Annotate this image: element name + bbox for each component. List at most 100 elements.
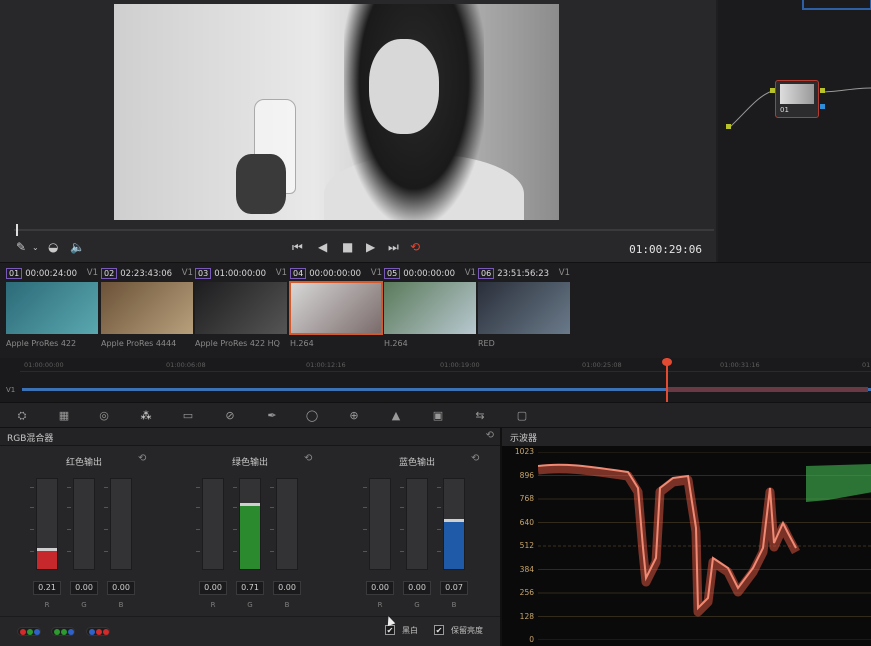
clip-04[interactable]: 04 00:00:00:00 V1 H.264 <box>289 266 383 352</box>
clip-codec: Apple ProRes 422 HQ <box>195 339 280 348</box>
key-icon[interactable]: ▣ <box>430 409 446 423</box>
slider-mark <box>437 529 441 530</box>
3d-icon[interactable]: ▢ <box>514 409 530 423</box>
mixer-footer: ✔ 黑白 ✔ 保留亮度 <box>0 616 500 646</box>
clip-03[interactable]: 03 01:00:00:00 V1 Apple ProRes 422 HQ <box>195 266 287 352</box>
camera-raw-icon[interactable]: ⛭ <box>14 409 30 423</box>
node-label: 01 <box>780 106 789 114</box>
loop-icon[interactable]: ⟲ <box>410 240 420 254</box>
value-field[interactable]: 0.00 <box>199 581 227 595</box>
scope-y-label: 640 <box>519 517 534 527</box>
video-track[interactable] <box>22 387 871 392</box>
channel-label: B <box>451 601 457 609</box>
clip-05[interactable]: 05 00:00:00:00 V1 H.264 <box>384 266 476 352</box>
color-match-icon[interactable]: ▦ <box>56 409 72 423</box>
value-field[interactable]: 0.71 <box>236 581 264 595</box>
stop-icon[interactable]: ■ <box>342 240 353 254</box>
timeline-ruler[interactable]: 01:00:00:00 01:00:06:08 01:00:12:16 01:00:1… <box>20 358 871 372</box>
slider-handle[interactable] <box>240 503 260 507</box>
scope-y-label: 384 <box>519 564 534 574</box>
preserve-luminance-checkbox[interactable]: ✔ <box>434 625 444 635</box>
slider-mark <box>400 507 404 508</box>
slider-handle[interactable] <box>444 519 464 523</box>
clip-track: V1 <box>464 268 476 278</box>
clip-06[interactable]: 06 23:51:56:23 V1 RED <box>478 266 570 352</box>
slider-mark <box>67 529 71 530</box>
clip-track: V1 <box>370 268 382 278</box>
source-node-output[interactable] <box>726 124 731 129</box>
slider-mark <box>196 551 200 552</box>
track-label: V1 <box>6 386 16 394</box>
qualifier-icon[interactable]: ✒ <box>264 409 280 423</box>
clip-thumbnail[interactable] <box>384 282 476 334</box>
slider-b[interactable] <box>437 478 465 570</box>
slider-r[interactable] <box>363 478 391 570</box>
play-icon[interactable]: ▶ <box>366 240 375 254</box>
clip-thumbnail[interactable] <box>195 282 287 334</box>
value-field[interactable]: 0.00 <box>403 581 431 595</box>
corrector-node-01[interactable]: 01 <box>775 80 819 118</box>
value-field[interactable]: 0.07 <box>440 581 468 595</box>
clip-02[interactable]: 02 02:23:43:06 V1 Apple ProRes 4444 <box>101 266 193 352</box>
clip-number: 05 <box>384 268 401 279</box>
sizing-icon[interactable]: ⇆ <box>472 409 488 423</box>
value-field[interactable]: 0.00 <box>70 581 98 595</box>
rgb-mixer-icon[interactable]: ⁂ <box>138 409 154 423</box>
mixer-reset-icon[interactable]: ⟲ <box>486 430 494 441</box>
clips-strip: 01 00:00:24:00 V1 Apple ProRes 422 02 02:23:4… <box>0 262 871 358</box>
slider-b[interactable] <box>270 478 298 570</box>
tracker-icon[interactable]: ⊕ <box>346 409 362 423</box>
slider-b[interactable] <box>104 478 132 570</box>
picker-icon[interactable]: ✎ <box>16 240 26 254</box>
node-key-output[interactable] <box>820 104 825 109</box>
value-field[interactable]: 0.00 <box>273 581 301 595</box>
highlight-icon[interactable]: ◒ <box>48 240 58 254</box>
slider-handle[interactable] <box>37 548 57 552</box>
clip-thumbnail[interactable] <box>101 282 193 334</box>
viewer-scrubber[interactable] <box>14 224 714 236</box>
value-field[interactable]: 0.21 <box>33 581 61 595</box>
clip-thumbnail[interactable] <box>478 282 570 334</box>
chevron-down-icon[interactable]: ⌄ <box>32 243 39 252</box>
speaker-icon[interactable]: 🔈 <box>70 240 85 254</box>
mini-timeline[interactable]: 01:00:00:00 01:00:06:08 01:00:12:16 01:00:1… <box>0 358 871 402</box>
scrubber-handle[interactable] <box>16 224 18 236</box>
clip-timecode: 00:00:00:00 <box>403 269 456 279</box>
clip-number: 01 <box>6 268 23 279</box>
slider-g[interactable] <box>67 478 95 570</box>
preset-blue-icon[interactable] <box>86 627 110 636</box>
window-icon[interactable]: ◯ <box>304 409 320 423</box>
group-reset-icon[interactable]: ⟲ <box>471 453 479 464</box>
playhead[interactable] <box>662 358 672 402</box>
group-reset-icon[interactable]: ⟲ <box>138 453 146 464</box>
group-reset-icon[interactable]: ⟲ <box>304 453 312 464</box>
color-wheels-icon[interactable]: ◎ <box>96 409 112 423</box>
go-to-end-icon[interactable]: ⏭ <box>388 240 399 255</box>
slider-g[interactable] <box>400 478 428 570</box>
go-to-start-icon[interactable]: ⏮ <box>292 240 303 255</box>
preset-red-icon[interactable] <box>17 627 41 636</box>
slider-mark <box>233 487 237 488</box>
monochrome-checkbox[interactable]: ✔ <box>385 625 395 635</box>
value-field[interactable]: 0.00 <box>366 581 394 595</box>
value-field[interactable]: 0.00 <box>107 581 135 595</box>
curves-icon[interactable]: ⊘ <box>222 409 238 423</box>
slider-g[interactable] <box>233 478 261 570</box>
waveform-red <box>538 464 800 617</box>
clip-01[interactable]: 01 00:00:24:00 V1 Apple ProRes 422 <box>6 266 98 352</box>
node-output[interactable] <box>820 88 825 93</box>
preset-green-icon[interactable] <box>51 627 75 636</box>
slider-mark <box>437 507 441 508</box>
slider-r[interactable] <box>30 478 58 570</box>
clip-track: V1 <box>558 268 570 278</box>
clip-track: V1 <box>86 268 98 278</box>
blur-icon[interactable]: ▲ <box>388 409 404 423</box>
play-reverse-icon[interactable]: ◀ <box>318 240 327 254</box>
slider-mark <box>30 507 34 508</box>
clip-number: 02 <box>101 268 118 279</box>
motion-effects-icon[interactable]: ▭ <box>180 409 196 423</box>
video-frame <box>114 4 559 220</box>
clip-thumbnail[interactable] <box>289 281 383 335</box>
clip-thumbnail[interactable] <box>6 282 98 334</box>
slider-r[interactable] <box>196 478 224 570</box>
